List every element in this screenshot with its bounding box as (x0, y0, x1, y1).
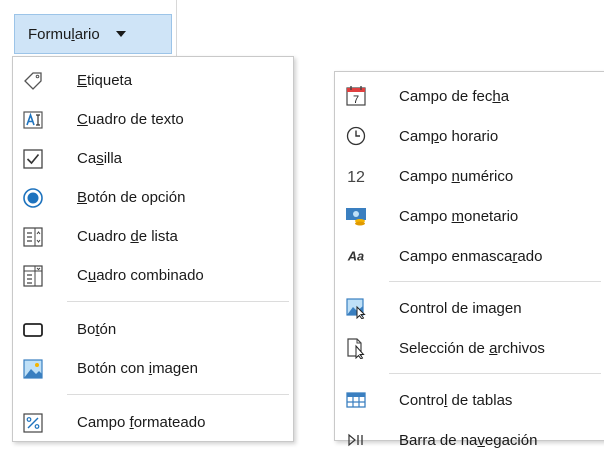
menu-separator (67, 301, 289, 302)
menu-item-etiqueta[interactable]: Etiqueta (13, 61, 293, 100)
menu-separator (389, 281, 601, 282)
menu-item-label: Botón con imagen (77, 360, 198, 377)
menu-item-boton-con-imagen[interactable]: Botón con imagen (13, 349, 293, 388)
menu-item-label: Campo de fecha (399, 87, 510, 105)
menu-item-label: Campo numérico (399, 167, 514, 185)
calendar-date-icon: 7 (345, 85, 367, 107)
push-button-icon (22, 319, 44, 341)
currency-icon (345, 205, 367, 227)
menu-item-barra-de-navegacion[interactable]: Barra de navegación (335, 420, 604, 460)
text-box-icon (22, 109, 44, 131)
svg-text:Aa: Aa (347, 249, 364, 264)
formulario-button-label: Formulario (28, 25, 100, 43)
menu-item-label: Botón de opción (77, 189, 186, 206)
navigation-bar-icon (345, 429, 367, 451)
menu-item-cuadro-combinado[interactable]: Cuadro combinado (13, 256, 293, 295)
menu-item-cuadro-de-texto[interactable]: Cuadro de texto (13, 100, 293, 139)
list-box-icon (22, 226, 44, 248)
numeric-field-icon: 12 (345, 165, 367, 187)
pattern-field-icon: Aa (345, 245, 367, 267)
menu-item-control-de-imagen[interactable]: Control de imagen (335, 288, 604, 328)
menu-item-label: Campo formateado (77, 414, 206, 431)
formulario-dropdown-button[interactable]: Formulario (14, 14, 172, 54)
more-controls-menu: 7 Campo de fecha Campo horario 12 Campo … (334, 71, 604, 449)
menu-item-casilla[interactable]: Casilla (13, 139, 293, 178)
table-control-icon (345, 389, 367, 411)
menu-item-label: Etiqueta (77, 72, 133, 89)
clock-icon (345, 125, 367, 147)
menu-separator (67, 394, 289, 395)
menu-item-label: Cuadro de lista (77, 228, 178, 245)
menu-item-label: Selección de archivos (399, 339, 545, 357)
label-tag-icon (22, 70, 44, 92)
menu-separator (389, 373, 601, 374)
svg-text:12: 12 (347, 168, 365, 186)
menu-item-label: Control de tablas (399, 391, 513, 409)
menu-item-label: Barra de navegación (399, 431, 538, 449)
dropdown-arrow-icon (115, 31, 126, 37)
menu-item-label: Campo monetario (399, 207, 519, 225)
menu-item-label: Botón (77, 321, 117, 338)
menu-item-campo-formateado[interactable]: Campo formateado (13, 403, 293, 442)
menu-item-control-de-tablas[interactable]: Control de tablas (335, 380, 604, 420)
checkbox-icon (22, 148, 44, 170)
menu-item-boton-de-opcion[interactable]: Botón de opción (13, 178, 293, 217)
image-button-icon (22, 358, 44, 380)
menu-item-cuadro-de-lista[interactable]: Cuadro de lista (13, 217, 293, 256)
menu-item-campo-horario[interactable]: Campo horario (335, 116, 604, 156)
menu-item-label: Cuadro combinado (77, 267, 204, 284)
menu-item-boton[interactable]: Botón (13, 310, 293, 349)
svg-text:7: 7 (353, 94, 359, 106)
menu-item-label: Casilla (77, 150, 123, 167)
combo-box-icon (22, 264, 44, 287)
toolbar-separator (176, 0, 177, 56)
form-controls-menu: Etiqueta Cuadro de texto Casilla Botón d… (12, 56, 294, 442)
menu-item-campo-monetario[interactable]: Campo monetario (335, 196, 604, 236)
menu-item-label: Cuadro de texto (77, 111, 184, 128)
menu-item-seleccion-de-archivos[interactable]: Selección de archivos (335, 328, 604, 368)
menu-item-campo-enmascarado[interactable]: Aa Campo enmascarado (335, 236, 604, 276)
menu-item-label: Control de imagen (399, 299, 522, 317)
menu-item-campo-numerico[interactable]: 12 Campo numérico (335, 156, 604, 196)
file-selection-icon (345, 337, 367, 359)
image-control-icon (345, 297, 367, 319)
radio-button-icon (22, 187, 44, 209)
menu-item-label: Campo enmascarado (399, 247, 543, 265)
menu-item-campo-de-fecha[interactable]: 7 Campo de fecha (335, 76, 604, 116)
menu-item-label: Campo horario (399, 127, 499, 145)
formatted-field-icon (22, 412, 44, 434)
